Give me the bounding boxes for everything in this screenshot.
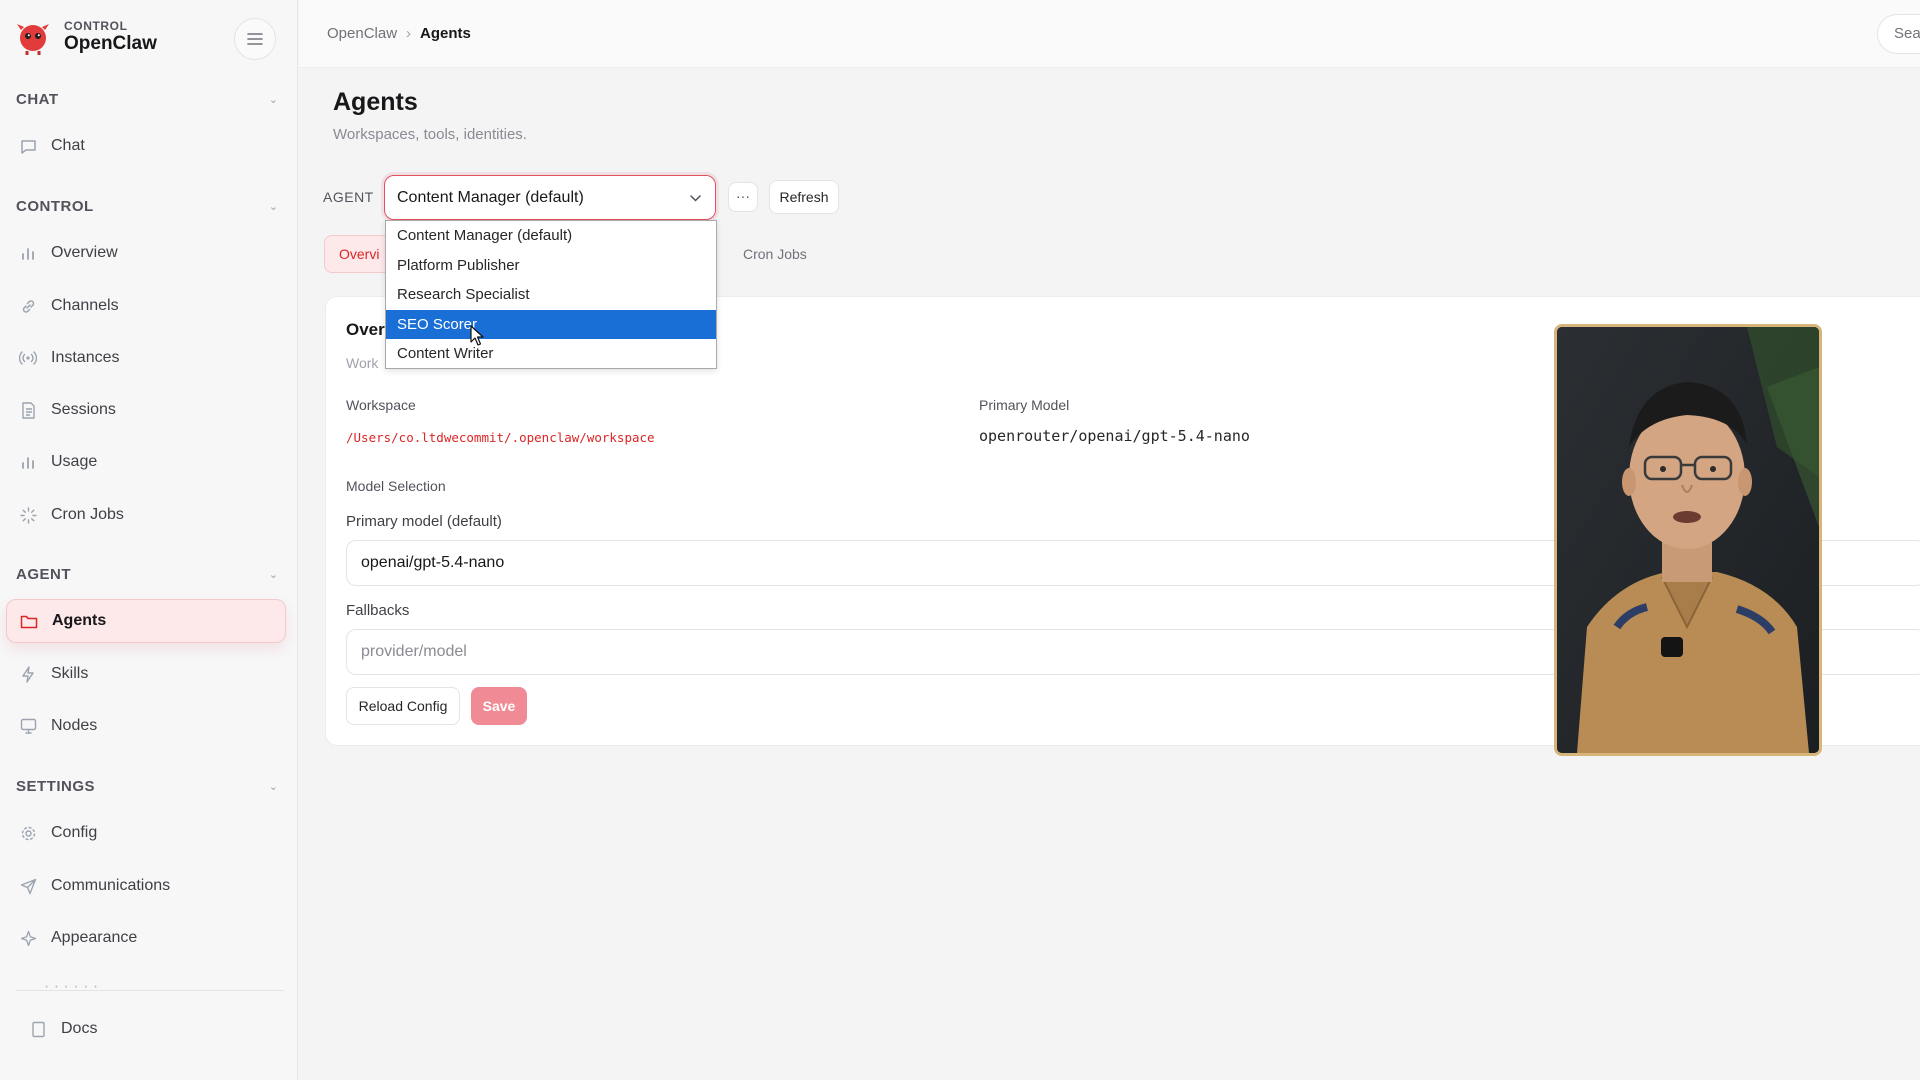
sidebar-item-channels[interactable]: Channels	[6, 284, 286, 328]
chevron-down-icon: ⌄	[268, 780, 278, 793]
mouse-cursor-icon	[470, 325, 484, 346]
agent-select-value: Content Manager (default)	[397, 188, 584, 206]
hamburger-icon	[247, 33, 263, 45]
bar-chart-icon	[18, 243, 38, 263]
sidebar-item-label: Config	[51, 824, 98, 841]
openclaw-logo-icon	[17, 24, 49, 55]
section-agent[interactable]: AGENT ⌄	[16, 563, 278, 585]
sidebar-item-sessions[interactable]: Sessions	[6, 388, 286, 432]
section-settings-label: SETTINGS	[16, 777, 96, 795]
primary-model-default-label: Primary model (default)	[346, 513, 502, 530]
breadcrumb-current: Agents	[420, 25, 471, 42]
presenter-image	[1557, 327, 1819, 753]
sidebar-item-label: Overview	[51, 244, 118, 261]
sidebar-item-usage[interactable]: Usage	[6, 440, 286, 484]
page-subtitle: Workspaces, tools, identities.	[333, 126, 527, 143]
webcam-overlay	[1554, 324, 1822, 756]
sidebar-item-instances[interactable]: Instances	[6, 336, 286, 380]
sidebar-item-chat[interactable]: Chat	[6, 124, 286, 168]
bar-chart-icon	[18, 452, 38, 472]
tab-cron-jobs[interactable]: Cron Jobs	[743, 235, 823, 273]
breadcrumb-root[interactable]: OpenClaw	[327, 25, 397, 42]
dropdown-option-seo-scorer[interactable]: SEO Scorer	[386, 309, 716, 340]
agent-dropdown-list: Content Manager (default) Platform Publi…	[385, 220, 717, 369]
primary-model-label: Primary Model	[979, 397, 1070, 413]
section-agent-label: AGENT	[16, 565, 71, 583]
save-button[interactable]: Save	[471, 687, 527, 725]
chevron-down-icon: ⌄	[268, 200, 278, 213]
page-title: Agents	[333, 88, 418, 116]
sidebar-item-label: Docs	[61, 1020, 98, 1037]
search-input[interactable]: Sear	[1877, 14, 1920, 54]
sidebar-toggle-button[interactable]	[234, 18, 276, 60]
dropdown-option-research-specialist[interactable]: Research Specialist	[386, 280, 716, 310]
breadcrumb: OpenClaw › Agents	[327, 25, 471, 42]
sidebar-item-label: Usage	[51, 453, 98, 470]
fallbacks-label: Fallbacks	[346, 602, 410, 619]
dropdown-option-content-writer[interactable]: Content Writer	[386, 339, 716, 369]
sidebar-item-communications[interactable]: Communications	[6, 864, 286, 908]
sidebar-item-label: Chat	[51, 137, 85, 154]
workspace-path: /Users/co.ltdwecommit/.openclaw/workspac…	[346, 430, 655, 445]
sidebar-item-label: Channels	[51, 297, 119, 314]
sidebar-item-label: Instances	[51, 349, 120, 366]
section-settings[interactable]: SETTINGS ⌄	[16, 775, 278, 797]
sidebar-item-label: Appearance	[51, 929, 138, 946]
card-title: Over	[346, 320, 385, 339]
brand: CONTROL OpenClaw	[14, 18, 157, 56]
document-icon	[18, 400, 38, 420]
sidebar-item-label: Sessions	[51, 401, 116, 418]
more-options-button[interactable]: ···	[728, 182, 758, 212]
sidebar: CONTROL OpenClaw CHAT ⌄ Chat CONTROL ⌄ O…	[0, 0, 298, 1080]
sidebar-item-label: Skills	[51, 665, 89, 682]
chat-bubble-icon	[18, 136, 38, 156]
sidebar-item-cron-jobs[interactable]: Cron Jobs	[6, 493, 286, 537]
sidebar-item-nodes[interactable]: Nodes	[6, 704, 286, 748]
loader-icon	[18, 505, 38, 525]
sidebar-item-docs[interactable]: Docs	[16, 1007, 276, 1051]
sidebar-item-label: Communications	[51, 877, 171, 894]
sidebar-divider	[16, 990, 284, 991]
primary-model-value: openrouter/openai/gpt-5.4-nano	[979, 427, 1250, 445]
dropdown-option-content-manager[interactable]: Content Manager (default)	[386, 221, 716, 251]
chevron-down-icon: ⌄	[268, 93, 278, 106]
broadcast-icon	[18, 348, 38, 368]
gear-icon	[18, 823, 38, 843]
top-bar: OpenClaw › Agents Sear	[299, 0, 1920, 68]
book-icon	[28, 1019, 48, 1039]
brand-subtitle: CONTROL	[64, 19, 128, 33]
section-chat-label: CHAT	[16, 90, 59, 108]
sidebar-item-skills[interactable]: Skills	[6, 652, 286, 696]
lightning-icon	[18, 664, 38, 684]
reload-config-button[interactable]: Reload Config	[346, 687, 460, 725]
send-icon	[18, 876, 38, 896]
chevron-down-icon	[690, 191, 701, 205]
folder-icon	[19, 611, 39, 631]
brand-title: OpenClaw	[64, 33, 157, 54]
sparkle-icon	[18, 928, 38, 948]
link-icon	[18, 296, 38, 316]
sidebar-item-agents[interactable]: Agents	[6, 599, 286, 643]
breadcrumb-separator: ›	[406, 25, 412, 42]
sidebar-item-config[interactable]: Config	[6, 811, 286, 855]
dropdown-option-platform-publisher[interactable]: Platform Publisher	[386, 251, 716, 281]
sidebar-item-appearance[interactable]: Appearance	[6, 916, 286, 960]
sidebar-item-label: Cron Jobs	[51, 506, 124, 523]
sidebar-item-overview[interactable]: Overview	[6, 231, 286, 275]
sidebar-item-label: Nodes	[51, 717, 98, 734]
agent-label: AGENT	[323, 189, 374, 205]
workspace-label: Workspace	[346, 397, 416, 413]
model-selection-label: Model Selection	[346, 478, 446, 494]
section-control-label: CONTROL	[16, 197, 94, 215]
section-chat[interactable]: CHAT ⌄	[16, 88, 278, 110]
sidebar-item-label: Agents	[52, 612, 107, 629]
refresh-button[interactable]: Refresh	[769, 180, 839, 214]
agent-select[interactable]: Content Manager (default)	[384, 175, 716, 220]
monitor-icon	[18, 716, 38, 736]
chevron-down-icon: ⌄	[268, 568, 278, 581]
card-subtitle: Work	[346, 355, 379, 371]
section-control[interactable]: CONTROL ⌄	[16, 195, 278, 217]
